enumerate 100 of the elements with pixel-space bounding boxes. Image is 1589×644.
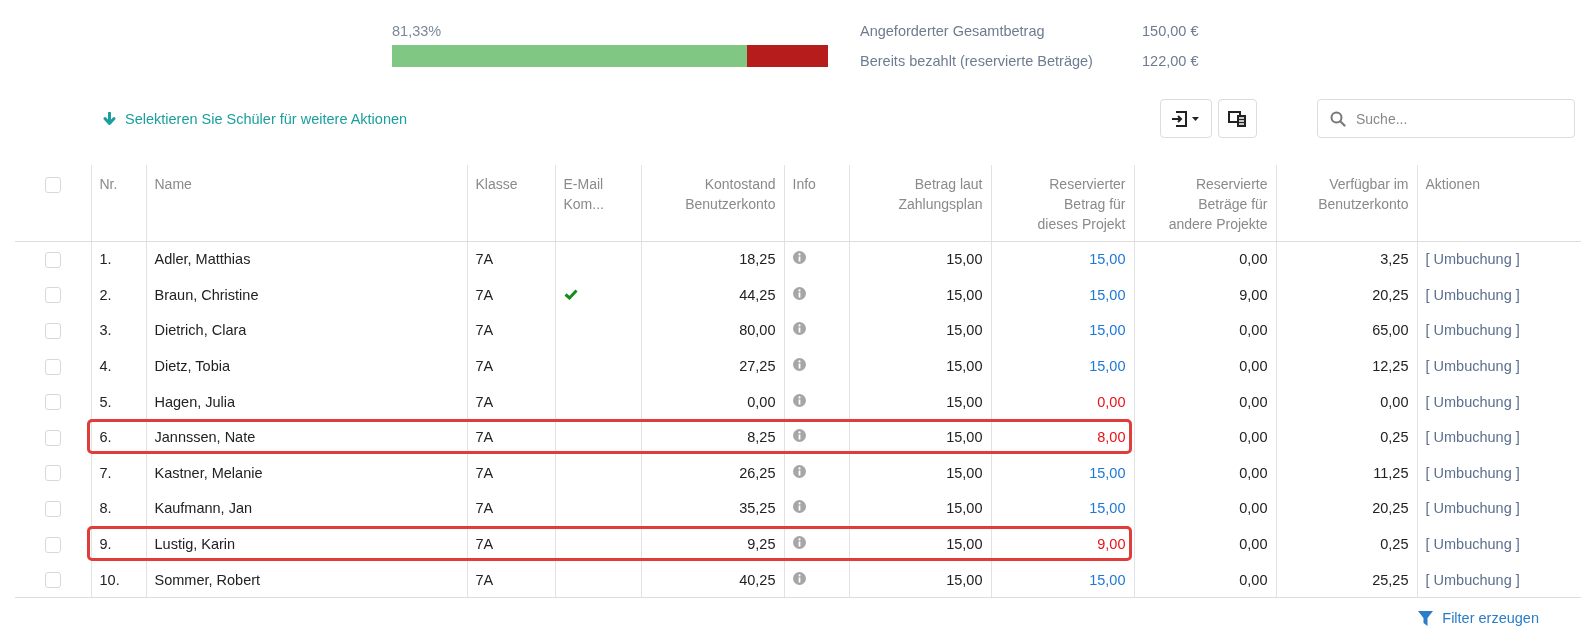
- other-amount-cell: 0,00: [1239, 429, 1268, 446]
- row-number: 2.: [99, 286, 112, 303]
- row-checkbox[interactable]: [44, 465, 61, 482]
- filter-link[interactable]: Filter erzeugen: [1418, 610, 1539, 627]
- summary-label: Bereits bezahlt (reservierte Beträge): [860, 53, 1094, 69]
- student-name: Kaufmann, Jan: [154, 500, 253, 517]
- column-header: Reservierter Betrag für dieses Projekt: [1037, 176, 1126, 232]
- export-icon: [1171, 109, 1201, 128]
- student-name: Lustig, Karin: [154, 536, 236, 553]
- rebooking-link[interactable]: [ Umbuchung ]: [1425, 536, 1520, 553]
- row-checkbox[interactable]: [44, 358, 61, 375]
- columns-icon: [1227, 109, 1248, 128]
- rebooking-link[interactable]: [ Umbuchung ]: [1425, 500, 1520, 517]
- student-name: Dietrich, Clara: [154, 322, 247, 339]
- info-icon[interactable]: [792, 251, 806, 265]
- plan-amount-cell: 15,00: [946, 251, 983, 268]
- balance-cell: 44,25: [739, 286, 776, 303]
- class-cell: 7A: [475, 429, 494, 446]
- student-name: Kastner, Melanie: [154, 464, 263, 481]
- reserved-amount-cell: 15,00: [1089, 322, 1126, 339]
- class-cell: 7A: [475, 500, 494, 517]
- class-cell: 7A: [475, 322, 494, 339]
- column-header: Info: [792, 176, 816, 192]
- available-cell: 20,25: [1372, 500, 1409, 517]
- row-number: 6.: [99, 429, 112, 446]
- row-checkbox[interactable]: [44, 394, 61, 411]
- row-number: 10.: [99, 571, 120, 588]
- reserved-amount-cell: 15,00: [1089, 571, 1126, 588]
- plan-amount-cell: 15,00: [946, 322, 983, 339]
- column-header: Klasse: [475, 176, 518, 192]
- search-field[interactable]: Suche...: [1317, 99, 1575, 138]
- available-cell: 0,25: [1380, 536, 1409, 553]
- column-header: E-Mail Kom...: [563, 176, 604, 212]
- reserved-amount-cell: 9,00: [1097, 536, 1126, 553]
- rebooking-link[interactable]: [ Umbuchung ]: [1425, 251, 1520, 268]
- row-checkbox[interactable]: [44, 287, 61, 304]
- column-header: Name: [154, 176, 192, 192]
- other-amount-cell: 0,00: [1239, 358, 1268, 375]
- info-icon[interactable]: [792, 536, 806, 550]
- export-dropdown-button[interactable]: [1160, 99, 1212, 138]
- plan-amount-cell: 15,00: [946, 393, 983, 410]
- info-icon[interactable]: [792, 393, 806, 407]
- plan-amount-cell: 15,00: [946, 536, 983, 553]
- balance-cell: 26,25: [739, 464, 776, 481]
- row-number: 3.: [99, 322, 112, 339]
- row-checkbox[interactable]: [44, 501, 61, 518]
- balance-cell: 8,25: [747, 429, 776, 446]
- row-checkbox[interactable]: [44, 251, 61, 268]
- other-amount-cell: 0,00: [1239, 322, 1268, 339]
- select-all-checkbox[interactable]: [44, 177, 61, 194]
- balance-cell: 80,00: [739, 322, 776, 339]
- info-icon[interactable]: [792, 464, 806, 478]
- info-icon[interactable]: [792, 571, 806, 585]
- rebooking-link[interactable]: [ Umbuchung ]: [1425, 322, 1520, 339]
- row-checkbox[interactable]: [44, 536, 61, 553]
- balance-cell: 18,25: [739, 251, 776, 268]
- plan-amount-cell: 15,00: [946, 286, 983, 303]
- row-number: 8.: [99, 500, 112, 517]
- rebooking-link[interactable]: [ Umbuchung ]: [1425, 358, 1520, 375]
- available-cell: 11,25: [1373, 464, 1409, 481]
- arrow-down-icon: [103, 111, 116, 126]
- row-checkbox[interactable]: [44, 572, 61, 589]
- class-cell: 7A: [475, 536, 494, 553]
- rebooking-link[interactable]: [ Umbuchung ]: [1425, 286, 1520, 303]
- reserved-amount-cell: 15,00: [1089, 500, 1126, 517]
- other-amount-cell: 0,00: [1239, 536, 1268, 553]
- percent-label: 81,33%: [392, 22, 442, 41]
- available-cell: 12,25: [1372, 358, 1409, 375]
- reserved-amount-cell: 15,00: [1089, 464, 1126, 481]
- select-hint-link[interactable]: Selektieren Sie Schüler für weitere Aktionen: [103, 110, 408, 127]
- student-name: Adler, Matthias: [154, 251, 251, 268]
- info-icon[interactable]: [792, 358, 806, 372]
- balance-cell: 40,25: [739, 571, 776, 588]
- info-icon[interactable]: [792, 500, 806, 514]
- columns-button[interactable]: [1218, 99, 1257, 138]
- class-cell: 7A: [475, 358, 494, 375]
- info-icon[interactable]: [792, 286, 806, 300]
- available-cell: 65,00: [1372, 322, 1409, 339]
- reserved-amount-cell: 15,00: [1089, 251, 1126, 268]
- reserved-amount-cell: 15,00: [1089, 358, 1126, 375]
- class-cell: 7A: [475, 571, 494, 588]
- class-cell: 7A: [475, 464, 494, 481]
- info-icon[interactable]: [792, 322, 806, 336]
- rebooking-link[interactable]: [ Umbuchung ]: [1425, 571, 1520, 588]
- other-amount-cell: 0,00: [1239, 500, 1268, 517]
- column-header: Verfügbar im Benutzerkonto: [1318, 176, 1409, 212]
- rebooking-link[interactable]: [ Umbuchung ]: [1425, 464, 1520, 481]
- other-amount-cell: 9,00: [1239, 286, 1268, 303]
- rebooking-link[interactable]: [ Umbuchung ]: [1425, 393, 1520, 410]
- row-checkbox[interactable]: [44, 323, 61, 340]
- row-checkbox[interactable]: [44, 429, 61, 446]
- rebooking-link[interactable]: [ Umbuchung ]: [1425, 429, 1520, 446]
- summary-label: Angeforderter Gesamtbetrag: [860, 23, 1046, 39]
- row-number: 1.: [99, 251, 112, 268]
- info-icon[interactable]: [792, 429, 806, 443]
- student-name: Braun, Christine: [154, 286, 259, 303]
- plan-amount-cell: 15,00: [946, 464, 983, 481]
- student-name: Dietz, Tobia: [154, 358, 230, 375]
- column-header: Nr.: [99, 176, 118, 192]
- student-name: Jannssen, Nate: [154, 429, 256, 446]
